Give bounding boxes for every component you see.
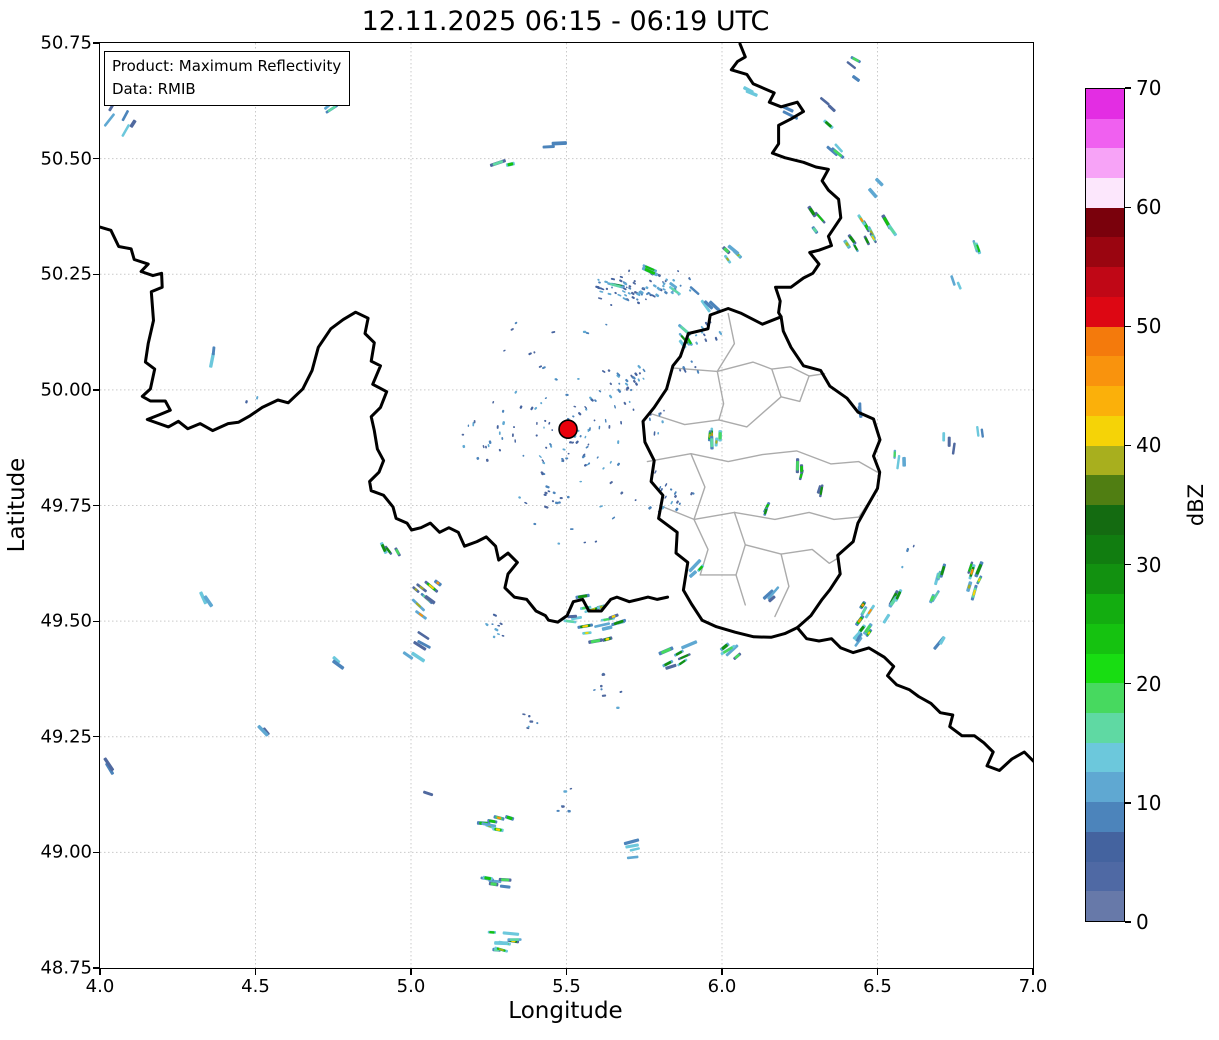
x-tick-mark — [410, 969, 412, 975]
colorbar-tick-mark — [1125, 683, 1131, 685]
annotation-product-line: Product: Maximum Reflectivity — [112, 57, 342, 75]
x-tick-label: 6.0 — [707, 976, 737, 997]
y-tick-mark — [93, 42, 99, 44]
colorbar-segment-17.5-20dbz — [1086, 683, 1124, 713]
y-tick-label: 49.50 — [40, 610, 92, 632]
colorbar-tick-mark — [1125, 87, 1131, 89]
y-tick-mark — [93, 967, 99, 969]
radar-echoes — [103, 56, 984, 953]
colorbar-tick-mark — [1125, 206, 1131, 208]
district-borders — [646, 312, 880, 618]
colorbar — [1085, 88, 1125, 922]
product-annotation-box: Product: Maximum Reflectivity Data: RMIB — [104, 51, 351, 106]
y-tick-mark — [93, 158, 99, 160]
colorbar-segment-55-57.5dbz — [1086, 237, 1124, 268]
y-tick-label: 50.00 — [40, 379, 92, 401]
colorbar-segment-5-7.5dbz — [1086, 831, 1124, 862]
colorbar-segment-62.5-65dbz — [1086, 148, 1124, 179]
colorbar-segment-2.5-5dbz — [1086, 861, 1124, 892]
colorbar-tick-label: 30 — [1136, 552, 1162, 577]
colorbar-segment-50-52.5dbz — [1086, 296, 1124, 327]
border-france-germany — [795, 626, 1033, 772]
colorbar-segment-20-22.5dbz — [1086, 653, 1124, 684]
x-tick-mark — [876, 969, 879, 975]
colorbar-tick-mark — [1125, 325, 1131, 327]
colorbar-segment-40-42.5dbz — [1086, 415, 1124, 446]
border-luxembourg — [641, 307, 882, 639]
colorbar-tick-label: 20 — [1136, 671, 1162, 696]
y-tick-label: 49.25 — [40, 726, 92, 748]
y-tick-mark — [93, 736, 99, 738]
colorbar-segment-37.5-40dbz — [1086, 445, 1124, 476]
colorbar-segment-35-37.5dbz — [1086, 475, 1124, 505]
radar-site-marker — [558, 419, 578, 439]
x-tick-label: 7.0 — [1018, 976, 1048, 997]
colorbar-segment-47.5-50dbz — [1086, 326, 1124, 357]
radar-map-canvas — [100, 43, 1033, 968]
colorbar-tick-label: 50 — [1136, 314, 1162, 339]
y-tick-mark — [93, 504, 99, 507]
x-tick-label: 5.0 — [396, 976, 426, 997]
x-tick-label: 4.0 — [85, 976, 115, 997]
y-tick-label: 50.50 — [40, 148, 92, 170]
border-belgium-germany — [729, 43, 843, 319]
annotation-data-line: Data: RMIB — [112, 80, 196, 98]
colorbar-segment-25-27.5dbz — [1086, 594, 1124, 624]
radar-figure: 12.11.2025 06:15 - 06:19 UTC Product: Ma… — [0, 0, 1219, 1040]
colorbar-unit-label: dBZ — [1184, 483, 1208, 527]
x-tick-mark — [721, 969, 723, 975]
y-tick-label: 49.75 — [40, 495, 92, 516]
colorbar-segment-65-67.5dbz — [1086, 118, 1124, 149]
colorbar-segment-15-17.5dbz — [1086, 712, 1124, 743]
colorbar-segment-60-62.5dbz — [1086, 178, 1124, 208]
y-tick-mark — [93, 389, 99, 391]
border-belgium-france — [100, 225, 670, 624]
x-tick-mark — [99, 969, 101, 975]
colorbar-segment-52.5-55dbz — [1086, 267, 1124, 297]
y-tick-mark — [93, 273, 99, 275]
y-tick-label: 48.75 — [40, 957, 92, 979]
x-tick-mark — [1032, 969, 1034, 975]
colorbar-segment-7.5-10dbz — [1086, 802, 1124, 832]
y-tick-label: 50.75 — [40, 32, 92, 54]
x-tick-label: 4.5 — [241, 976, 270, 997]
plot-title: 12.11.2025 06:15 - 06:19 UTC — [361, 6, 770, 37]
x-tick-mark — [254, 969, 257, 975]
colorbar-tick-label: 0 — [1136, 910, 1149, 934]
colorbar-tick-mark — [1125, 444, 1131, 447]
y-tick-mark — [93, 851, 99, 854]
colorbar-tick-label: 40 — [1136, 433, 1162, 458]
colorbar-segment-32.5-35dbz — [1086, 504, 1124, 535]
grid-lines — [100, 43, 1033, 968]
colorbar-tick-label: 10 — [1136, 790, 1162, 815]
colorbar-segment-30-32.5dbz — [1086, 534, 1124, 565]
colorbar-segment-22.5-25dbz — [1086, 623, 1124, 654]
y-tick-label: 50.25 — [40, 263, 92, 285]
colorbar-segment-10-12.5dbz — [1086, 772, 1124, 803]
colorbar-tick-mark — [1125, 563, 1131, 566]
colorbar-segment-67.5-70dbz — [1086, 88, 1124, 119]
colorbar-tick-mark — [1125, 802, 1131, 804]
colorbar-segment-27.5-30dbz — [1086, 564, 1124, 595]
colorbar-segment-0-2.5dbz — [1086, 891, 1124, 921]
colorbar-segment-12.5-15dbz — [1086, 742, 1124, 773]
y-tick-mark — [93, 620, 99, 622]
colorbar-segment-57.5-60dbz — [1086, 207, 1124, 238]
colorbar-segment-42.5-45dbz — [1086, 386, 1124, 416]
x-tick-label: 6.5 — [863, 976, 892, 997]
x-tick-mark — [565, 969, 568, 975]
colorbar-segment-45-47.5dbz — [1086, 356, 1124, 387]
x-tick-label: 5.5 — [552, 976, 581, 997]
colorbar-tick-mark — [1125, 921, 1131, 923]
x-axis-label: Longitude — [508, 998, 623, 1024]
map-plot-area: Product: Maximum Reflectivity Data: RMIB — [99, 42, 1034, 969]
colorbar-tick-label: 70 — [1136, 76, 1162, 100]
colorbar-tick-label: 60 — [1136, 195, 1162, 220]
y-tick-label: 49.00 — [40, 841, 92, 863]
